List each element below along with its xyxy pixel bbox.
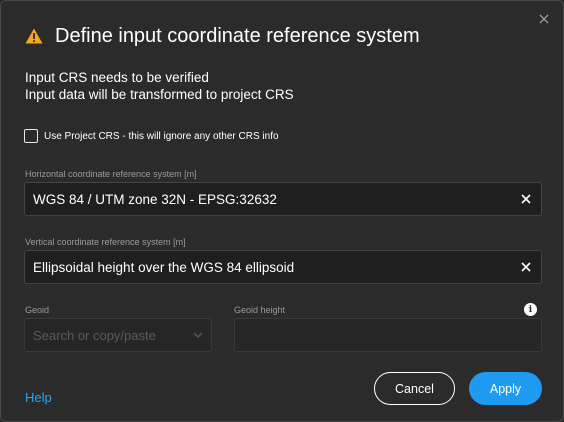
geoid-height-label: Geoid height — [234, 305, 286, 315]
apply-button[interactable]: Apply — [469, 372, 542, 405]
cancel-button[interactable]: Cancel — [374, 372, 455, 405]
vertical-crs-value[interactable]: Ellipsoidal height over the WGS 84 ellip… — [25, 260, 511, 275]
info-line-transform: Input data will be transformed to projec… — [25, 87, 294, 102]
dialog-header: Define input coordinate reference system — [25, 23, 420, 49]
horizontal-crs-field[interactable]: WGS 84 / UTM zone 32N - EPSG:32632 — [24, 182, 542, 216]
geoid-label: Geoid — [25, 305, 50, 315]
horizontal-crs-label: Horizontal coordinate reference system [… — [25, 169, 197, 179]
horizontal-crs-value[interactable]: WGS 84 / UTM zone 32N - EPSG:32632 — [25, 192, 511, 207]
info-text: Input CRS needs to be verified Input dat… — [25, 69, 294, 103]
geoid-height-input[interactable] — [234, 318, 542, 352]
chevron-down-icon — [185, 332, 211, 338]
warning-icon — [25, 28, 43, 44]
use-project-crs-checkbox[interactable] — [24, 129, 38, 143]
geoid-select[interactable]: Search or copy/paste — [24, 318, 212, 352]
dialog-title: Define input coordinate reference system — [55, 24, 420, 47]
info-line-verify: Input CRS needs to be verified — [25, 70, 209, 85]
use-project-crs-checkbox-row[interactable]: Use Project CRS - this will ignore any o… — [24, 128, 279, 144]
info-icon[interactable]: i — [524, 303, 537, 316]
use-project-crs-label: Use Project CRS - this will ignore any o… — [44, 130, 279, 142]
crs-dialog: Define input coordinate reference system… — [0, 0, 564, 422]
clear-vertical-icon[interactable] — [511, 251, 541, 283]
vertical-crs-label: Vertical coordinate reference system [m] — [25, 237, 186, 247]
help-link[interactable]: Help — [25, 390, 52, 405]
clear-horizontal-icon[interactable] — [511, 183, 541, 215]
vertical-crs-field[interactable]: Ellipsoidal height over the WGS 84 ellip… — [24, 250, 542, 284]
geoid-placeholder: Search or copy/paste — [33, 327, 156, 343]
close-icon[interactable] — [534, 9, 554, 29]
